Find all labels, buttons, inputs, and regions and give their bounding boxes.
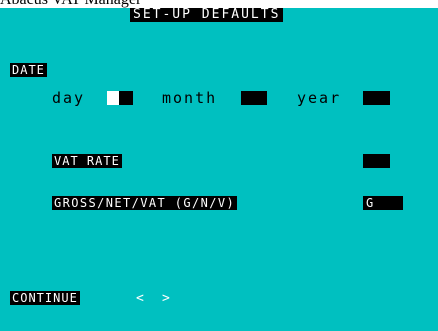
day-field[interactable] <box>107 91 133 105</box>
gross-net-vat-field[interactable]: G <box>363 196 403 210</box>
text-cursor <box>107 91 119 105</box>
year-field[interactable] <box>363 91 390 105</box>
vat-rate-field[interactable] <box>363 154 390 168</box>
gross-net-vat-value: G <box>366 196 374 210</box>
month-field[interactable] <box>241 91 267 105</box>
terminal-screen: SET-UP DEFAULTS DATE day month year VAT … <box>0 8 438 331</box>
page-title: SET-UP DEFAULTS <box>130 8 284 22</box>
previous-arrow-icon[interactable]: < <box>136 292 144 306</box>
day-label: day <box>52 89 86 107</box>
date-section-label: DATE <box>10 63 47 77</box>
vat-rate-label: VAT RATE <box>52 154 122 168</box>
gross-net-vat-label: GROSS/NET/VAT (G/N/V) <box>52 196 238 210</box>
next-arrow-icon[interactable]: > <box>162 292 170 306</box>
year-label: year <box>297 89 342 107</box>
month-label: month <box>162 89 218 107</box>
continue-label: CONTINUE <box>10 291 80 305</box>
